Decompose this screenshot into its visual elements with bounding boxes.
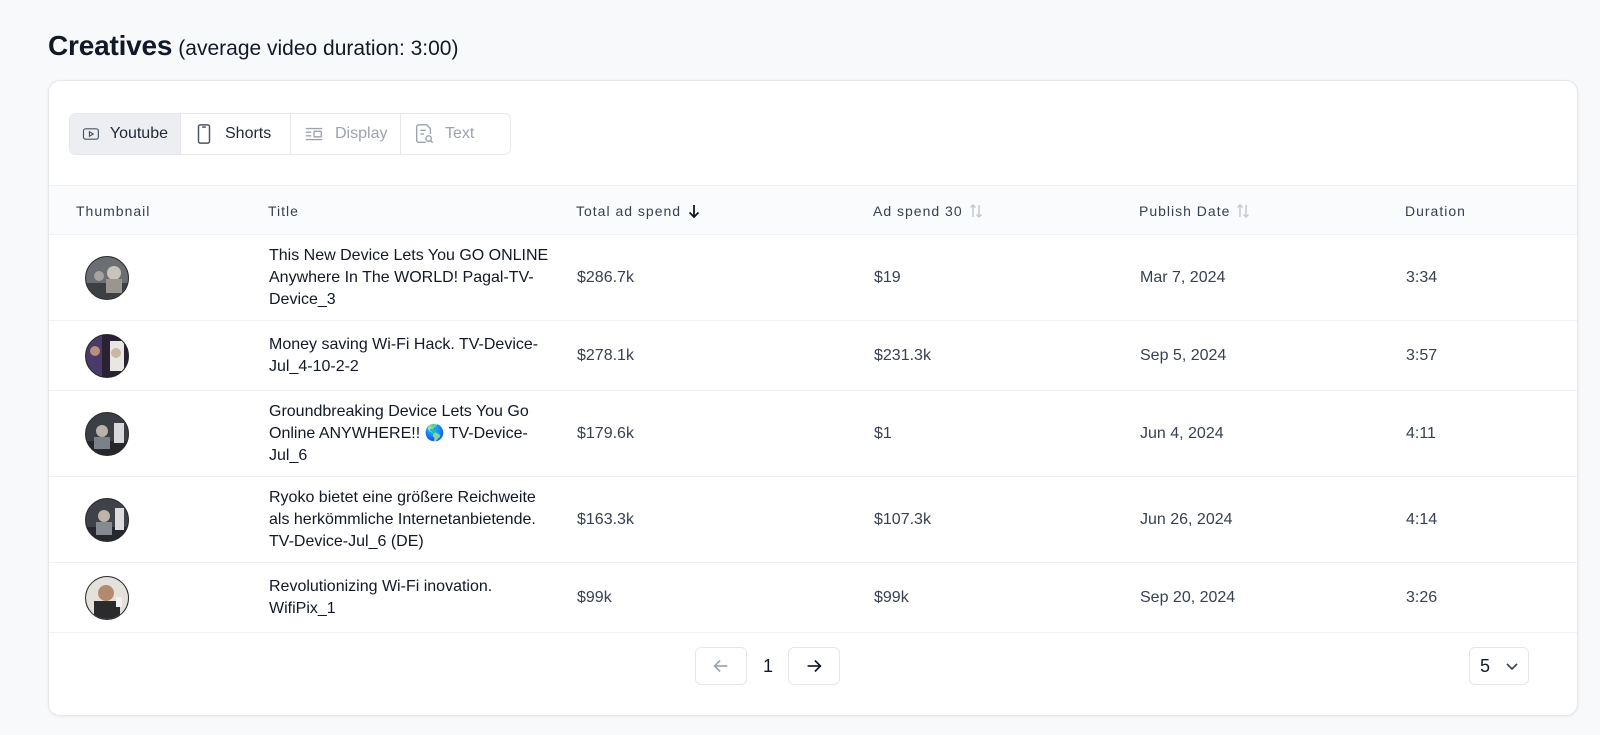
tab-label: Youtube (109, 125, 168, 142)
thumbnail-cell (85, 321, 129, 390)
video-thumbnail[interactable] (85, 255, 129, 300)
tab-label: Text (445, 125, 475, 142)
text-search-icon (415, 124, 434, 144)
table-row[interactable]: Groundbreaking Device Lets You Go Online… (49, 391, 1577, 477)
arrow-left-icon (713, 659, 728, 673)
video-thumbnail[interactable] (85, 411, 129, 456)
duration-cell: 3:34 (1406, 268, 1438, 286)
thumbnail-cell (85, 477, 129, 562)
column-header-total-ad-spend[interactable]: Total ad spend (576, 186, 701, 236)
thumbnail-image (86, 256, 128, 299)
page-size-select[interactable]: 5 (1469, 647, 1529, 685)
ad-spend-30-cell: $19 (874, 268, 901, 286)
current-page-number[interactable]: 1 (757, 647, 779, 685)
duration-cell: 3:26 (1406, 588, 1438, 606)
phone-icon (197, 124, 211, 144)
column-header-thumbnail: Thumbnail (76, 186, 150, 236)
ad-spend-30-cell: $99k (874, 588, 909, 606)
next-page-button[interactable] (788, 647, 840, 685)
column-header-duration: Duration (1405, 186, 1466, 236)
creatives-table: Thumbnail Title Total ad spend Ad spend … (49, 185, 1577, 633)
duration-cell: 4:11 (1406, 424, 1436, 442)
thumbnail-cell (85, 235, 129, 320)
title-cell[interactable]: Ryoko bietet eine größere Reichweite als… (269, 477, 559, 562)
column-label: Duration (1405, 203, 1466, 219)
previous-page-button[interactable] (695, 647, 747, 685)
sort-icon[interactable] (1236, 203, 1250, 219)
sort-down-icon[interactable] (687, 203, 701, 219)
duration-cell: 3:57 (1406, 346, 1438, 364)
page-title: Creatives (48, 30, 173, 61)
table-row[interactable]: Ryoko bietet eine größere Reichweite als… (49, 477, 1577, 563)
total-ad-spend-cell: $179.6k (577, 424, 634, 442)
thumbnail-cell (85, 391, 129, 476)
display-icon (305, 127, 323, 141)
sort-icon[interactable] (969, 203, 983, 219)
arrow-right-icon (807, 659, 822, 673)
chevron-down-icon (1506, 663, 1518, 671)
thumbnail-image (86, 412, 128, 455)
column-header-title: Title (268, 186, 299, 236)
thumbnail-image (86, 576, 128, 619)
thumbnail-image (86, 334, 128, 377)
tab-label: Display (335, 125, 388, 142)
tab-label: Shorts (225, 125, 272, 142)
title-cell[interactable]: Revolutionizing Wi-Fi inovation. WifiPix… (269, 563, 559, 632)
total-ad-spend-cell: $163.3k (577, 510, 634, 528)
title-cell[interactable]: This New Device Lets You GO ONLINE Anywh… (269, 235, 559, 320)
tab-display[interactable]: Display (291, 114, 401, 154)
tab-text[interactable]: Text (401, 114, 510, 154)
table-header: Thumbnail Title Total ad spend Ad spend … (49, 185, 1577, 236)
title-cell[interactable]: Money saving Wi-Fi Hack. TV-Device-Jul_4… (269, 321, 559, 390)
ad-spend-30-cell: $1 (874, 424, 892, 442)
column-label: Ad spend 30 (873, 203, 963, 219)
tab-shorts[interactable]: Shorts (181, 114, 291, 154)
tab-youtube[interactable]: Youtube (70, 114, 181, 154)
video-thumbnail[interactable] (85, 575, 129, 620)
publish-date-cell: Sep 5, 2024 (1140, 346, 1227, 364)
publish-date-cell: Mar 7, 2024 (1140, 268, 1226, 286)
total-ad-spend-cell: $286.7k (577, 268, 634, 286)
video-thumbnail[interactable] (85, 497, 129, 542)
column-label: Title (268, 203, 299, 219)
ad-spend-30-cell: $231.3k (874, 346, 931, 364)
column-label: Total ad spend (576, 203, 682, 219)
column-header-publish-date[interactable]: Publish Date (1139, 186, 1250, 236)
title-cell[interactable]: Groundbreaking Device Lets You Go Online… (269, 391, 559, 476)
page-heading: Creatives (average video duration: 3:00) (48, 30, 458, 62)
publish-date-cell: Jun 26, 2024 (1140, 510, 1233, 528)
format-tabs: Youtube Shorts Display Text (69, 113, 511, 155)
youtube-icon (82, 128, 99, 140)
publish-date-cell: Jun 4, 2024 (1140, 424, 1224, 442)
thumbnail-image (86, 498, 128, 541)
duration-cell: 4:14 (1406, 510, 1438, 528)
column-header-ad-spend-30[interactable]: Ad spend 30 (873, 186, 983, 236)
pagination: 1 5 (49, 647, 1577, 687)
page-subtitle: (average video duration: 3:00) (178, 37, 459, 60)
table-row[interactable]: Revolutionizing Wi-Fi inovation. WifiPix… (49, 563, 1577, 633)
total-ad-spend-cell: $278.1k (577, 346, 634, 364)
table-row[interactable]: This New Device Lets You GO ONLINE Anywh… (49, 235, 1577, 321)
page-size-value: 5 (1480, 655, 1491, 676)
column-label: Publish Date (1139, 203, 1231, 219)
creatives-card: Youtube Shorts Display Text Thumbnail Ti… (48, 80, 1578, 716)
thumbnail-cell (85, 563, 129, 632)
table-row[interactable]: Money saving Wi-Fi Hack. TV-Device-Jul_4… (49, 321, 1577, 391)
column-label: Thumbnail (76, 203, 151, 219)
total-ad-spend-cell: $99k (577, 588, 612, 606)
ad-spend-30-cell: $107.3k (874, 510, 931, 528)
video-thumbnail[interactable] (85, 333, 129, 378)
publish-date-cell: Sep 20, 2024 (1140, 588, 1236, 606)
